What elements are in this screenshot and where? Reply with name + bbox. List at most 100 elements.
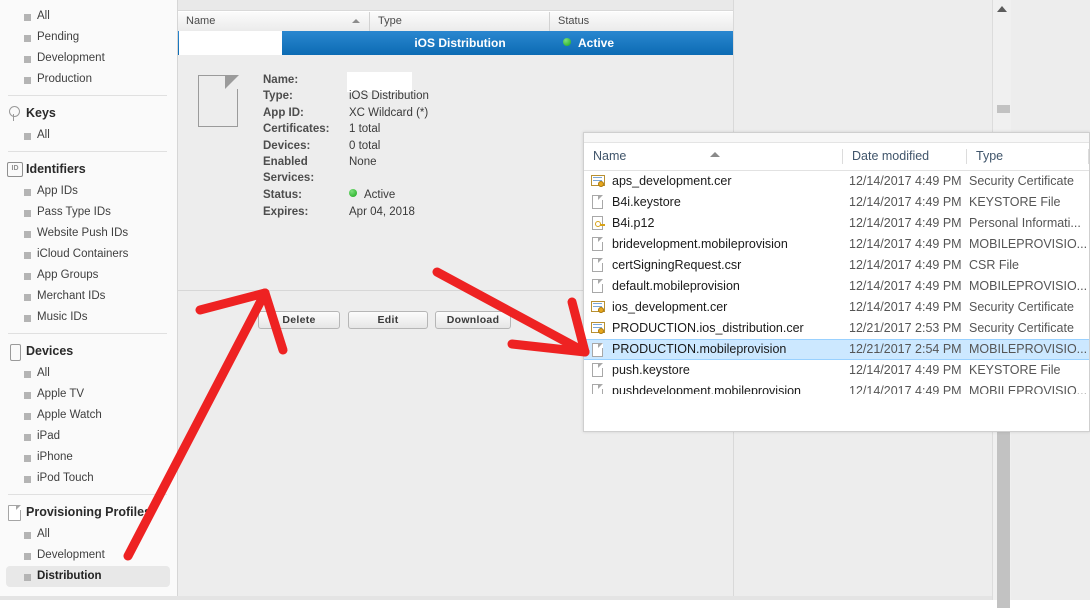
explorer-column-type[interactable]: Type (967, 143, 1089, 170)
file-row[interactable]: aps_development.cer 12/14/2017 4:49 PM Sec… (584, 171, 1089, 192)
sidebar-item-label: App IDs (37, 185, 78, 197)
file-row[interactable]: bridevelopment.mobileprovision 12/14/2017… (584, 234, 1089, 255)
column-header-type[interactable]: Type (370, 12, 550, 31)
detail-label-enabled: Enabled (263, 156, 308, 168)
sidebar-item-iphone[interactable]: iPhone (0, 447, 177, 468)
bullet-icon (24, 273, 31, 280)
file-date-modified: 12/14/2017 4:49 PM (849, 237, 962, 251)
sidebar-group-label: Devices (26, 344, 74, 358)
redacted-name-block (179, 31, 282, 55)
file-type: MOBILEPROVISIO... (969, 342, 1088, 356)
explorer-empty-area (584, 394, 1089, 431)
row-cell-status: Active (563, 31, 614, 55)
file-date-modified: 12/14/2017 4:49 PM (849, 258, 962, 272)
download-button[interactable]: Download (435, 311, 511, 329)
sidebar-item-all[interactable]: All (0, 363, 177, 384)
sidebar-item-ipod-touch[interactable]: iPod Touch (0, 468, 177, 489)
sidebar-item-all[interactable]: All (0, 6, 177, 27)
bullet-icon (24, 77, 31, 84)
certificate-file-icon (591, 300, 605, 315)
sidebar-item-apple-tv[interactable]: Apple TV (0, 384, 177, 405)
scroll-up-arrow-icon[interactable] (997, 6, 1007, 12)
sidebar-item-merchant-ids[interactable]: Merchant IDs (0, 286, 177, 307)
file-date-modified: 12/14/2017 4:49 PM (849, 195, 962, 209)
detail-value-expires: Apr 04, 2018 (349, 206, 415, 218)
page-bottom-strip (0, 596, 1010, 600)
sidebar-item-production[interactable]: Production (0, 69, 177, 90)
sidebar-item-label: All (37, 10, 50, 22)
sidebar-item-development[interactable]: Development (0, 545, 177, 566)
sidebar-item-ipad[interactable]: iPad (0, 426, 177, 447)
row-cell-type: iOS Distribution (414, 36, 506, 50)
edit-button[interactable]: Edit (348, 311, 428, 329)
sidebar-item-app-ids[interactable]: App IDs (0, 181, 177, 202)
sidebar-item-pass-type-ids[interactable]: Pass Type IDs (0, 202, 177, 223)
bullet-icon (24, 294, 31, 301)
bullet-icon (24, 371, 31, 378)
sidebar-item-label: Website Push IDs (37, 227, 129, 239)
bullet-icon (24, 189, 31, 196)
profiles-table-header: Name Type Status (178, 11, 733, 32)
scrollbar-thumb-upper[interactable] (997, 105, 1010, 113)
table-row-selected[interactable]: iOS Distribution Active (178, 31, 733, 55)
file-row[interactable]: PRODUCTION.ios_distribution.cer 12/21/201… (584, 318, 1089, 339)
detail-label-type: Type: (263, 90, 293, 102)
file-row[interactable]: B4i.keystore 12/14/2017 4:49 PM KEYSTORE F… (584, 192, 1089, 213)
sidebar-item-app-groups[interactable]: App Groups (0, 265, 177, 286)
file-name: PRODUCTION.mobileprovision (612, 342, 787, 356)
sidebar-item-label: Merchant IDs (37, 290, 106, 302)
sidebar-group-label: Identifiers (26, 162, 86, 176)
file-date-modified: 12/14/2017 4:49 PM (849, 363, 962, 377)
generic-file-icon (591, 279, 605, 294)
sidebar-item-label: iPod Touch (37, 472, 94, 484)
sidebar-item-all[interactable]: All (0, 125, 177, 146)
column-header-name[interactable]: Name (178, 12, 370, 31)
key-icon (7, 106, 21, 121)
sidebar-item-label: Development (37, 549, 105, 561)
certificate-file-icon (591, 174, 605, 189)
sidebar-group-provisioning-profiles: Provisioning Profiles (0, 500, 177, 524)
detail-label-app-id: App ID: (263, 107, 304, 119)
bullet-icon (24, 553, 31, 560)
sidebar-item-pending[interactable]: Pending (0, 27, 177, 48)
sidebar-item-all[interactable]: All (0, 524, 177, 545)
file-type: KEYSTORE File (969, 195, 1061, 209)
file-row[interactable]: push.keystore 12/14/2017 4:49 PM KEYSTORE … (584, 360, 1089, 381)
file-type: CSR File (969, 258, 1020, 272)
file-row[interactable]: certSigningRequest.csr 12/14/2017 4:49 PM… (584, 255, 1089, 276)
sidebar-divider (8, 333, 167, 334)
sidebar-group-label: Keys (26, 106, 56, 120)
column-divider[interactable] (1088, 149, 1089, 164)
detail-value-enabled-services: None (349, 156, 377, 168)
file-row[interactable]: B4i.p12 12/14/2017 4:49 PM Personal Inform… (584, 213, 1089, 234)
file-name: push.keystore (612, 363, 690, 377)
file-row[interactable]: default.mobileprovision 12/14/2017 4:49 P… (584, 276, 1089, 297)
file-type: Personal Informati... (969, 216, 1081, 230)
bullet-icon (24, 35, 31, 42)
sidebar-item-label: Pass Type IDs (37, 206, 111, 218)
file-name: certSigningRequest.csr (612, 258, 742, 272)
generic-file-icon (591, 195, 605, 210)
file-name: PRODUCTION.ios_distribution.cer (612, 321, 804, 335)
sidebar-item-icloud-containers[interactable]: iCloud Containers (0, 244, 177, 265)
document-icon (7, 505, 21, 521)
sidebar-item-label: iPad (37, 430, 61, 442)
file-row[interactable]: ios_development.cer 12/14/2017 4:49 PM Sec… (584, 297, 1089, 318)
sidebar-item-music-ids[interactable]: Music IDs (0, 307, 177, 328)
sidebar-item-distribution[interactable]: Distribution (6, 566, 170, 587)
explorer-column-date-modified[interactable]: Date modified (843, 143, 966, 170)
scrollbar-thumb-lower[interactable] (997, 432, 1010, 608)
explorer-sort-ascending-icon (710, 152, 720, 157)
bullet-icon (24, 231, 31, 238)
sidebar-item-development[interactable]: Development (0, 48, 177, 69)
file-row-selected[interactable]: PRODUCTION.mobileprovision 12/21/2017 2:5… (584, 339, 1089, 360)
sidebar-item-website-push-ids[interactable]: Website Push IDs (0, 223, 177, 244)
bullet-icon (24, 413, 31, 420)
sidebar-item-apple-watch[interactable]: Apple Watch (0, 405, 177, 426)
delete-button[interactable]: Delete (258, 311, 340, 329)
column-header-status[interactable]: Status (550, 12, 733, 31)
bullet-icon (24, 210, 31, 217)
sort-ascending-icon (352, 19, 360, 23)
bullet-icon (24, 252, 31, 259)
bullet-icon (24, 392, 31, 399)
